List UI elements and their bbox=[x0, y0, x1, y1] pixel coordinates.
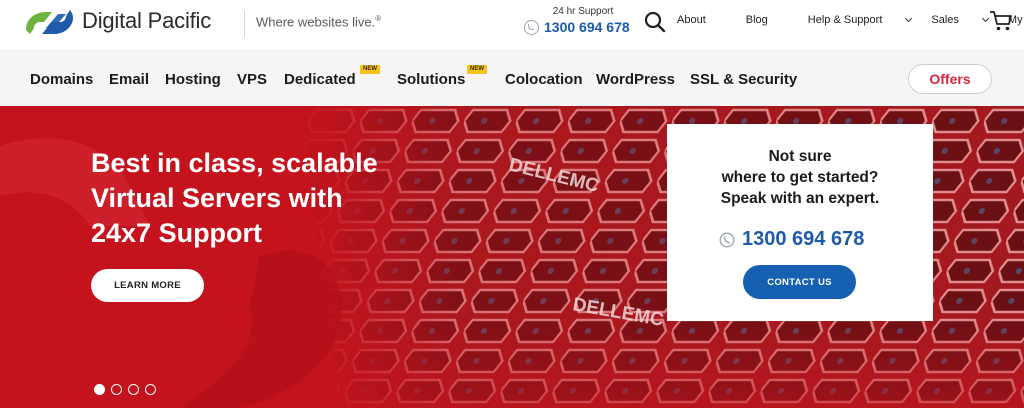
hero-title-line: Best in class, scalable bbox=[91, 148, 378, 178]
expert-cta-card: Not sure where to get started? Speak wit… bbox=[667, 124, 933, 321]
top-link-about-label: About bbox=[677, 14, 706, 26]
nav-dedicated[interactable]: Dedicated bbox=[284, 71, 356, 88]
tagline-text: Where websites live. bbox=[256, 14, 376, 30]
support-number[interactable]: 1300 694 678 bbox=[544, 19, 630, 35]
top-link-blog-label: Blog bbox=[745, 14, 768, 26]
chevron-down-icon bbox=[981, 14, 989, 23]
main-nav: Domains Email Hosting VPS Dedicated NEW … bbox=[0, 50, 1024, 106]
tagline: Where websites live.® bbox=[256, 14, 381, 29]
nav-wordpress[interactable]: WordPress bbox=[596, 71, 675, 88]
search-icon[interactable] bbox=[644, 11, 666, 33]
new-badge: NEW bbox=[467, 65, 487, 74]
cta-phone-row[interactable]: 1300 694 678 bbox=[719, 228, 864, 251]
logo-mark-icon bbox=[26, 10, 74, 34]
contact-us-button[interactable]: CONTACT US bbox=[743, 265, 856, 299]
logo-divider bbox=[244, 11, 245, 37]
support-row: 1300 694 678 bbox=[524, 19, 634, 35]
registered-mark: ® bbox=[375, 14, 382, 23]
carousel-dot-1[interactable] bbox=[94, 384, 105, 395]
hero-title: Best in class, scalable Virtual Servers … bbox=[91, 146, 421, 251]
top-link-sales-label: Sales bbox=[931, 14, 959, 26]
cta-phone-number[interactable]: 1300 694 678 bbox=[742, 228, 864, 251]
carousel-dot-3[interactable] bbox=[128, 384, 139, 395]
offers-button[interactable]: Offers bbox=[908, 64, 992, 94]
nav-ssl-security[interactable]: SSL & Security bbox=[690, 71, 797, 88]
phone-icon bbox=[524, 19, 539, 35]
support-label: 24 hr Support bbox=[552, 6, 614, 17]
cta-heading-line: Not sure bbox=[768, 148, 832, 165]
hero-title-line: 24x7 Support bbox=[91, 218, 263, 248]
new-badge: NEW bbox=[360, 65, 380, 74]
brand-name: Digital Pacific bbox=[82, 8, 212, 33]
nav-email[interactable]: Email bbox=[109, 71, 149, 88]
nav-hosting[interactable]: Hosting bbox=[165, 71, 221, 88]
cta-heading-line: Speak with an expert. bbox=[720, 190, 880, 207]
carousel-dot-2[interactable] bbox=[111, 384, 122, 395]
chevron-down-icon bbox=[905, 14, 913, 23]
cart-icon[interactable] bbox=[989, 10, 1013, 32]
top-link-sales[interactable]: Sales bbox=[931, 14, 989, 26]
hero-banner: DELLEMC DELLEMC Best in class, scalable … bbox=[0, 106, 1024, 408]
top-link-help-label: Help & Support bbox=[807, 14, 883, 26]
learn-more-button[interactable]: LEARN MORE bbox=[91, 269, 204, 302]
logo[interactable]: Digital Pacific bbox=[22, 6, 211, 36]
nav-solutions[interactable]: Solutions bbox=[397, 71, 465, 88]
hero-title-line: Virtual Servers with bbox=[91, 183, 343, 213]
phone-icon bbox=[719, 231, 735, 248]
nav-vps[interactable]: VPS bbox=[237, 71, 267, 88]
carousel-dot-4[interactable] bbox=[145, 384, 156, 395]
top-links: About Blog Help & Support Sales My Accou… bbox=[677, 14, 1024, 26]
top-link-about[interactable]: About bbox=[677, 14, 726, 26]
nav-domains[interactable]: Domains bbox=[30, 71, 93, 88]
nav-colocation[interactable]: Colocation bbox=[505, 71, 583, 88]
top-bar: Digital Pacific Where websites live.® 24… bbox=[0, 0, 1024, 50]
carousel-dots bbox=[94, 384, 162, 395]
top-link-blog[interactable]: Blog bbox=[746, 14, 788, 26]
support-block[interactable]: 24 hr Support 1300 694 678 bbox=[524, 6, 634, 35]
cta-heading-line: where to get started? bbox=[721, 169, 879, 186]
cta-heading: Not sure where to get started? Speak wit… bbox=[667, 146, 933, 209]
top-link-help-support[interactable]: Help & Support bbox=[807, 14, 913, 26]
